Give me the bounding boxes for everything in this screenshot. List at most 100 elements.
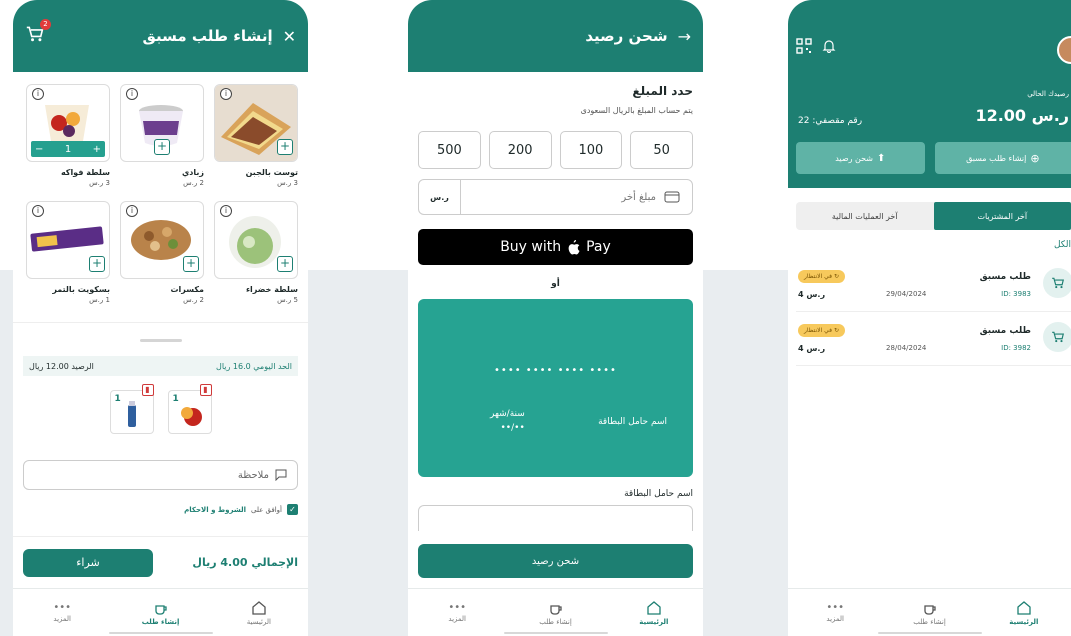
selected-item: ▮ 1	[109, 384, 154, 434]
card-expiry-label: سنة/شهر	[490, 409, 525, 419]
cart-badge: 2	[40, 19, 51, 30]
order-amount: 4 ر.س	[798, 290, 826, 299]
product-name: زبادي	[181, 168, 204, 177]
sheet-handle[interactable]	[139, 339, 182, 342]
cafeteria-number: رقم مقصفي: 22	[798, 116, 863, 126]
apple-pay-button[interactable]: Buy with Pay	[418, 229, 693, 265]
nav-home[interactable]: الرئيسية	[977, 600, 1070, 626]
selected-item: ▮ 1	[167, 384, 212, 434]
cart-button[interactable]: 2	[25, 19, 51, 47]
daily-limit: الحد اليومي 16.0 ريال	[216, 361, 292, 371]
quantity-value: 1	[64, 143, 72, 155]
product-name: سلطة خضراء	[245, 285, 298, 294]
recharge-submit-button[interactable]: شحن رصيد	[418, 544, 693, 578]
balance-text: الرصيد 12.00 ريال	[29, 361, 94, 371]
info-icon[interactable]: i	[220, 88, 232, 100]
amount-options: 50 100 200 500	[408, 115, 703, 169]
add-button[interactable]: +	[154, 139, 170, 155]
total-text: الإجمالي 4.00 ريال	[192, 556, 298, 569]
avatar[interactable]	[1057, 36, 1071, 64]
buy-button[interactable]: شراء	[23, 548, 153, 577]
product-card: i + بسكويت بالتمر 1 ر.س	[26, 201, 110, 304]
create-order-screen: ✕ إنشاء طلب مسبق 2 i + توست بالجبن 3 ر.س…	[13, 0, 308, 636]
tab-transactions[interactable]: آخر العمليات المالية	[796, 202, 934, 230]
nav-create[interactable]: إنشاء طلب	[883, 600, 976, 626]
info-icon[interactable]: i	[126, 205, 138, 217]
amount-option[interactable]: 200	[488, 131, 552, 169]
product-price: 3 ر.س	[89, 179, 110, 187]
recharge-screen: → شحن رصيد حدد المبلغ يتم حساب المبلغ با…	[408, 0, 703, 636]
home-icon	[1017, 600, 1031, 615]
section-heading: حدد المبلغ	[632, 84, 693, 98]
info-icon[interactable]: i	[126, 88, 138, 100]
order-date: 28/04/2024	[886, 344, 927, 352]
plus-button[interactable]: +	[93, 144, 101, 155]
product-name: مكسرات	[170, 285, 204, 294]
info-icon[interactable]: i	[220, 205, 232, 217]
add-button[interactable]: +	[183, 256, 199, 272]
nav-more[interactable]: ••• المزيد	[789, 602, 882, 623]
holder-name-input[interactable]	[418, 505, 693, 531]
product-price: 2 ر.س	[183, 296, 204, 304]
terms-link[interactable]: الشروط و الاحكام	[184, 506, 246, 514]
note-field[interactable]: ملاحظة	[23, 460, 298, 490]
terms-checkbox[interactable]: ✓	[287, 504, 298, 515]
nav-create[interactable]: إنشاء طلب	[112, 600, 209, 626]
order-id: ID: 3982	[1001, 344, 1031, 352]
arrow-up-circle-icon: ⬆	[877, 152, 886, 164]
filter-all-link[interactable]: الكل	[788, 240, 1071, 250]
amount-option[interactable]: 50	[630, 131, 693, 169]
orders-list: طلب مسبق ID: 3983 29/04/2024 ↻ في الانتظا…	[788, 258, 1071, 366]
product-name: بسكويت بالتمر	[52, 285, 110, 294]
nav-more[interactable]: ••• المزيد	[409, 602, 506, 623]
bottom-nav: الرئيسية إنشاء طلب ••• المزيد	[13, 588, 308, 636]
amount-option[interactable]: 500	[418, 131, 481, 169]
list-item[interactable]: طلب مسبق ID: 3983 29/04/2024 ↻ في الانتظا…	[796, 258, 1071, 312]
amount-option[interactable]: 100	[559, 131, 623, 169]
order-sheet: الحد اليومي 16.0 ريال الرصيد 12.00 ريال …	[13, 322, 308, 588]
page-title: شحن رصيد	[585, 27, 668, 45]
more-icon: •••	[53, 602, 72, 613]
page-title: إنشاء طلب مسبق	[142, 27, 273, 45]
add-button[interactable]: +	[277, 139, 293, 155]
comment-icon	[275, 469, 287, 481]
close-icon[interactable]: ✕	[283, 27, 296, 46]
nav-home[interactable]: الرئيسية	[210, 600, 307, 626]
tab-purchases[interactable]: آخر المشتريات	[933, 202, 1071, 230]
quantity-stepper[interactable]: − 1 +	[31, 141, 105, 157]
list-item[interactable]: طلب مسبق ID: 3982 28/04/2024 ↻ في الانتظا…	[796, 312, 1071, 366]
info-icon[interactable]: i	[32, 88, 44, 100]
product-card: i − 1 + سلطة فواكه 3 ر.س	[26, 84, 110, 187]
card-expiry: ••/••	[500, 423, 525, 433]
order-amount: 4 ر.س	[798, 344, 826, 353]
add-button[interactable]: +	[89, 256, 105, 272]
product-card: i + توست بالجبن 3 ر.س	[214, 84, 298, 187]
product-price: 1 ر.س	[89, 296, 110, 304]
balance-value: 12.00 ر.س	[975, 106, 1069, 125]
other-amount-placeholder: مبلغ أخر	[621, 191, 656, 203]
or-divider: أو	[551, 279, 560, 289]
cup-icon	[549, 604, 562, 615]
nav-create[interactable]: إنشاء طلب	[507, 600, 604, 626]
recharge-button[interactable]: ⬆ شحن رصيد	[796, 142, 925, 174]
info-icon[interactable]: i	[32, 205, 44, 217]
nav-home[interactable]: الرئيسية	[605, 600, 702, 626]
other-amount-field[interactable]: مبلغ أخر ر.س	[418, 179, 693, 215]
refresh-icon: ↻	[834, 273, 840, 280]
order-title: طلب مسبق	[979, 326, 1031, 336]
trash-icon[interactable]: ▮	[141, 384, 154, 396]
add-button[interactable]: +	[277, 256, 293, 272]
credit-card-preview: •••• •••• •••• •••• اسم حامل البطاقة سنة…	[418, 299, 693, 477]
qr-code-icon[interactable]	[796, 38, 812, 54]
bottom-nav: الرئيسية إنشاء طلب ••• المزيد	[788, 588, 1071, 636]
bottom-nav: الرئيسية إنشاء طلب ••• المزيد	[408, 588, 703, 636]
minus-button[interactable]: −	[35, 144, 43, 155]
back-arrow-icon[interactable]: →	[678, 27, 691, 46]
nav-more[interactable]: ••• المزيد	[14, 602, 111, 623]
trash-icon[interactable]: ▮	[199, 384, 212, 396]
balance-label: رصيدك الحالي	[1027, 90, 1069, 98]
product-card: i + مكسرات 2 ر.س	[120, 201, 204, 304]
product-price: 2 ر.س	[183, 179, 204, 187]
bell-icon[interactable]	[822, 39, 836, 53]
create-preorder-button[interactable]: ⊕ إنشاء طلب مسبق	[934, 142, 1071, 174]
